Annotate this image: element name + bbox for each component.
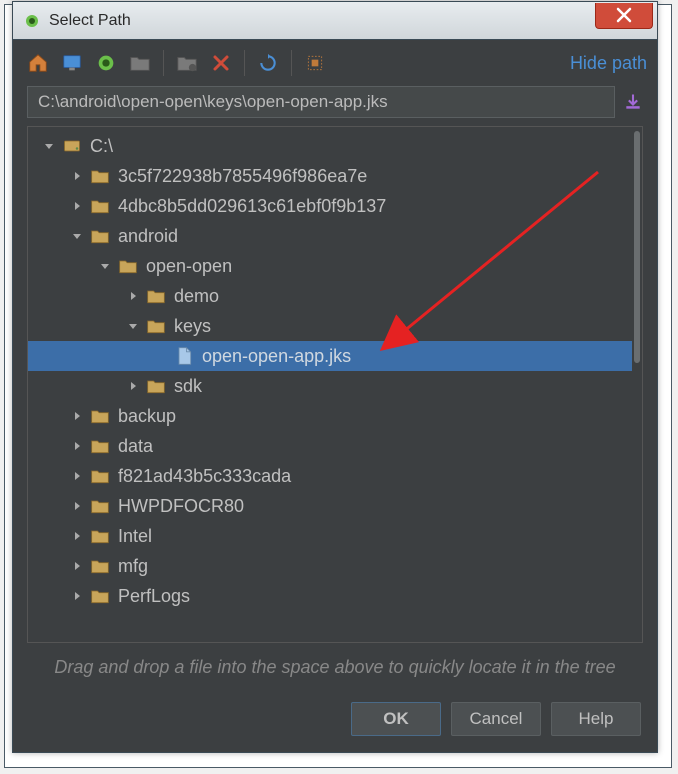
tree-label: open-open-app.jks: [202, 346, 351, 367]
scrollbar-thumb[interactable]: [634, 131, 640, 363]
collapse-icon[interactable]: [68, 227, 86, 245]
folder-icon: [90, 166, 110, 186]
tree-row[interactable]: HWPDFOCR80: [28, 491, 632, 521]
button-row: OK Cancel Help: [13, 692, 657, 752]
select-path-dialog: Select Path Hide path: [12, 1, 658, 753]
android-studio-icon: [23, 12, 41, 30]
expand-icon[interactable]: [124, 287, 142, 305]
expand-icon[interactable]: [68, 197, 86, 215]
folder-icon: [90, 466, 110, 486]
collapse-icon[interactable]: [96, 257, 114, 275]
close-button[interactable]: [595, 3, 653, 29]
show-hidden-button[interactable]: [300, 48, 330, 78]
new-folder-button[interactable]: [125, 48, 155, 78]
download-icon[interactable]: [623, 92, 643, 112]
folder-icon: [146, 286, 166, 306]
folder-icon: [146, 316, 166, 336]
project-button[interactable]: [91, 48, 121, 78]
tree-row[interactable]: demo: [28, 281, 632, 311]
tree-label: C:\: [90, 136, 113, 157]
toolbar-separator: [291, 50, 292, 76]
tree-label: demo: [174, 286, 219, 307]
collapse-icon[interactable]: [40, 137, 58, 155]
tree-label: 3c5f722938b7855496f986ea7e: [118, 166, 367, 187]
home-button[interactable]: [23, 48, 53, 78]
expand-icon[interactable]: [68, 167, 86, 185]
folder-icon: [118, 256, 138, 276]
tree-row[interactable]: android: [28, 221, 632, 251]
tree-label: mfg: [118, 556, 148, 577]
tree-row[interactable]: C:\: [28, 131, 632, 161]
tree-label: HWPDFOCR80: [118, 496, 244, 517]
new-folder-alt-button[interactable]: [172, 48, 202, 78]
tree-row[interactable]: mfg: [28, 551, 632, 581]
expand-icon[interactable]: [68, 497, 86, 515]
tree-row[interactable]: data: [28, 431, 632, 461]
ok-button[interactable]: OK: [351, 702, 441, 736]
tree-label: Intel: [118, 526, 152, 547]
file-tree-wrap: C:\3c5f722938b7855496f986ea7e 4dbc8b5dd02…: [27, 126, 643, 643]
delete-button[interactable]: [206, 48, 236, 78]
file-tree[interactable]: C:\3c5f722938b7855496f986ea7e 4dbc8b5dd02…: [28, 127, 632, 642]
expand-icon[interactable]: [68, 437, 86, 455]
expand-icon[interactable]: [68, 407, 86, 425]
tree-label: open-open: [146, 256, 232, 277]
folder-icon: [90, 496, 110, 516]
tree-label: sdk: [174, 376, 202, 397]
toolbar-separator: [244, 50, 245, 76]
disk-icon: [62, 136, 82, 156]
tree-row[interactable]: keys: [28, 311, 632, 341]
hide-path-link[interactable]: Hide path: [570, 53, 647, 74]
tree-row[interactable]: 3c5f722938b7855496f986ea7e: [28, 161, 632, 191]
file-icon: [174, 346, 194, 366]
help-button[interactable]: Help: [551, 702, 641, 736]
expand-icon[interactable]: [68, 587, 86, 605]
cancel-button[interactable]: Cancel: [451, 702, 541, 736]
tree-row[interactable]: 4dbc8b5dd029613c61ebf0f9b137: [28, 191, 632, 221]
tree-row[interactable]: f821ad43b5c333cada: [28, 461, 632, 491]
folder-icon: [90, 196, 110, 216]
toolbar: Hide path: [13, 40, 657, 86]
folder-icon: [146, 376, 166, 396]
expand-icon[interactable]: [68, 557, 86, 575]
folder-icon: [90, 556, 110, 576]
hint-text: Drag and drop a file into the space abov…: [13, 651, 657, 692]
folder-icon: [90, 586, 110, 606]
tree-label: f821ad43b5c333cada: [118, 466, 291, 487]
collapse-icon[interactable]: [124, 317, 142, 335]
tree-row[interactable]: open-open-app.jks: [28, 341, 632, 371]
folder-icon: [90, 436, 110, 456]
tree-label: 4dbc8b5dd029613c61ebf0f9b137: [118, 196, 386, 217]
tree-row[interactable]: open-open: [28, 251, 632, 281]
desktop-button[interactable]: [57, 48, 87, 78]
expand-icon[interactable]: [68, 527, 86, 545]
path-input[interactable]: [27, 86, 615, 118]
window-title: Select Path: [49, 12, 595, 30]
tree-label: backup: [118, 406, 176, 427]
expand-icon[interactable]: [124, 377, 142, 395]
tree-row[interactable]: sdk: [28, 371, 632, 401]
folder-icon: [90, 226, 110, 246]
path-row: [13, 86, 657, 126]
tree-label: android: [118, 226, 178, 247]
tree-label: data: [118, 436, 153, 457]
titlebar: Select Path: [13, 2, 657, 40]
tree-row[interactable]: backup: [28, 401, 632, 431]
refresh-button[interactable]: [253, 48, 283, 78]
expand-icon[interactable]: [68, 467, 86, 485]
folder-icon: [90, 526, 110, 546]
tree-label: keys: [174, 316, 211, 337]
toolbar-separator: [163, 50, 164, 76]
folder-icon: [90, 406, 110, 426]
tree-row[interactable]: Intel: [28, 521, 632, 551]
tree-label: PerfLogs: [118, 586, 190, 607]
tree-row[interactable]: PerfLogs: [28, 581, 632, 611]
